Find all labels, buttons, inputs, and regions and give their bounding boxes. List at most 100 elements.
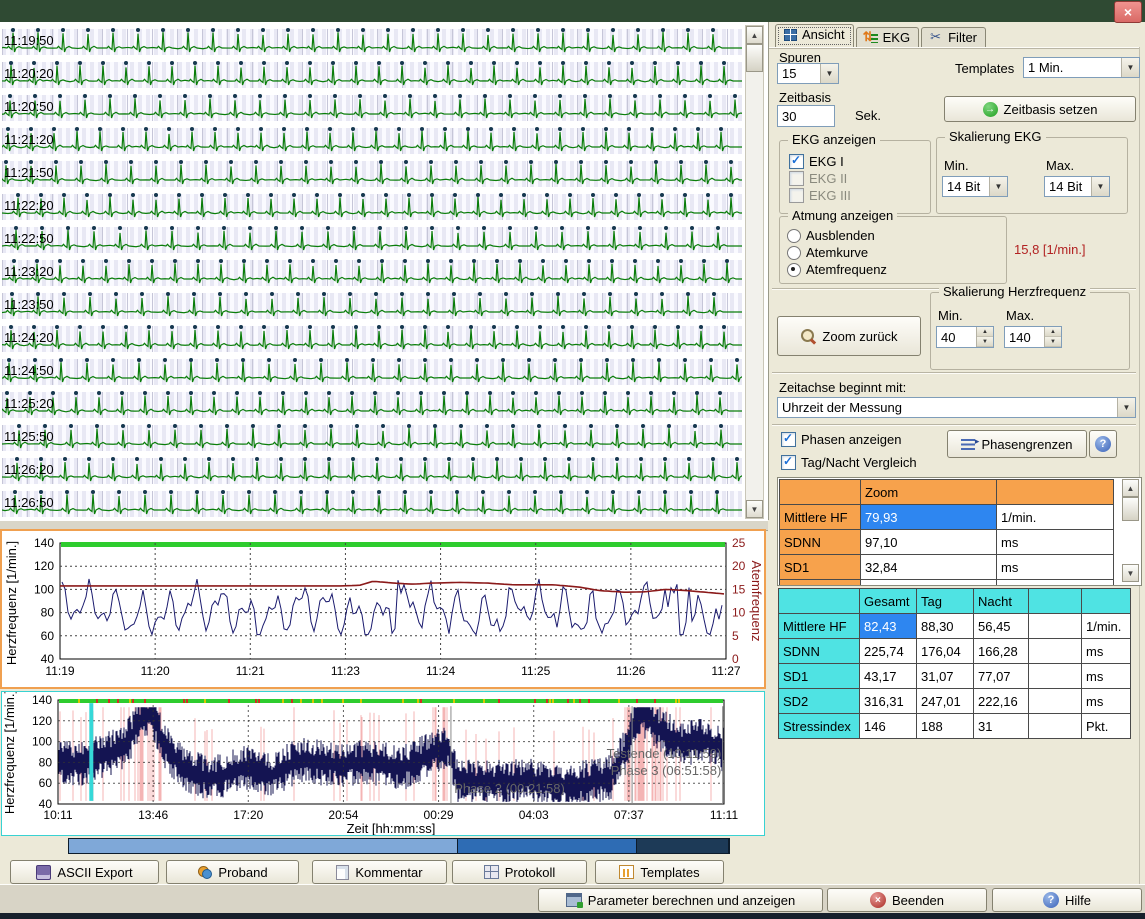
gesamt-cell[interactable]: 146 <box>860 714 917 739</box>
scroll-up-icon[interactable]: ▲ <box>1122 479 1139 497</box>
ecg-scrollbar[interactable]: ▲ ▼ <box>745 25 764 519</box>
ecg-strip-row[interactable]: 11:26:50 <box>2 487 742 520</box>
spuren-dropdown[interactable]: 15 ▼ <box>777 63 839 84</box>
spin-down-icon[interactable]: ▼ <box>977 337 993 347</box>
tag-nacht-checkbox[interactable]: Tag/Nacht Vergleich <box>781 455 917 470</box>
chevron-down-icon[interactable]: ▼ <box>1091 177 1109 196</box>
ecg-strip-row[interactable]: 11:20:50 <box>2 91 742 124</box>
proband-button[interactable]: Proband <box>166 860 299 884</box>
kommentar-button[interactable]: Kommentar <box>312 860 447 884</box>
templates-dropdown[interactable]: 1 Min. ▼ <box>1023 57 1140 78</box>
zoom-zurueck-button[interactable]: Zoom zurück <box>777 316 921 356</box>
row-label-cell[interactable]: SD1 <box>779 664 860 689</box>
phasen-anzeigen-checkbox[interactable]: Phasen anzeigen <box>781 432 901 447</box>
gesamt-cell[interactable]: 82,43 <box>860 614 917 639</box>
tag-cell[interactable]: 188 <box>917 714 974 739</box>
hr-zoom-chart[interactable]: 140120100806040252015105011:1911:2011:21… <box>0 529 766 689</box>
zeitachse-dropdown[interactable]: Uhrzeit der Messung ▼ <box>777 397 1136 418</box>
nacht-cell[interactable]: 56,45 <box>974 614 1029 639</box>
nacht-cell[interactable]: 166,28 <box>974 639 1029 664</box>
row-label-cell[interactable]: SDNN <box>780 530 861 555</box>
spin-up-icon[interactable]: ▲ <box>1045 327 1061 337</box>
tag-cell[interactable]: 88,30 <box>917 614 974 639</box>
gesamt-cell[interactable]: 316,31 <box>860 689 917 714</box>
ecg-strip-row[interactable]: 11:24:20 <box>2 322 742 355</box>
atmung-radio-ausblenden[interactable]: Ausblenden <box>787 228 875 243</box>
ecg-strip-row[interactable]: 11:23:20 <box>2 256 742 289</box>
row-label-cell[interactable]: Mittlere HF <box>779 614 860 639</box>
templates-button[interactable]: Templates <box>595 860 724 884</box>
tab-filter[interactable]: Filter <box>921 27 986 48</box>
chevron-down-icon[interactable]: ▼ <box>989 177 1007 196</box>
spin-down-icon[interactable]: ▼ <box>1045 337 1061 347</box>
phasengrenzen-button[interactable]: Phasengrenzen <box>947 430 1087 458</box>
atmung-radio-atemkurve[interactable]: Atemkurve <box>787 245 868 260</box>
help-button[interactable]: ? <box>1089 430 1117 458</box>
nacht-cell[interactable]: 222,16 <box>974 689 1029 714</box>
chevron-down-icon[interactable]: ▼ <box>1117 398 1135 417</box>
zeitbasis-setzen-button[interactable]: → Zeitbasis setzen <box>944 96 1136 122</box>
checkbox-checked-icon[interactable] <box>789 154 804 169</box>
row-label-cell[interactable]: Stressindex <box>779 714 860 739</box>
beenden-button[interactable]: ×Beenden <box>827 888 987 912</box>
ecg-strip-row[interactable]: 11:25:50 <box>2 421 742 454</box>
row-label-cell[interactable]: SD1 <box>780 555 861 580</box>
scroll-down-icon[interactable]: ▼ <box>1122 564 1139 582</box>
zeitbasis-input[interactable] <box>777 105 835 127</box>
parameter-berechnen-und-anzeigen-button[interactable]: Parameter berechnen und anzeigen <box>538 888 823 912</box>
gesamt-cell[interactable]: 225,74 <box>860 639 917 664</box>
protokoll-button[interactable]: Protokoll <box>452 860 587 884</box>
value-cell[interactable]: 97,10 <box>861 530 997 555</box>
radio-icon[interactable] <box>787 229 801 243</box>
row-label-cell[interactable]: SD2 <box>779 689 860 714</box>
tag-cell[interactable]: 176,04 <box>917 639 974 664</box>
ecg-strip-row[interactable]: 11:23:50 <box>2 289 742 322</box>
ecg-strip-row[interactable]: 11:24:50 <box>2 355 742 388</box>
radio-selected-icon[interactable] <box>787 263 801 277</box>
ekg-checkbox-1[interactable]: EKG I <box>789 154 844 169</box>
row-label-cell[interactable]: Mittlere HF <box>780 505 861 530</box>
nacht-cell[interactable]: 77,07 <box>974 664 1029 689</box>
ekg-max-dropdown[interactable]: 14 Bit ▼ <box>1044 176 1110 197</box>
ecg-strip-row[interactable]: 11:21:20 <box>2 124 742 157</box>
nacht-cell[interactable]: 31 <box>974 714 1029 739</box>
tab-ansicht[interactable]: Ansicht <box>775 24 854 48</box>
scroll-down-icon[interactable]: ▼ <box>746 500 763 518</box>
ascii-export-button[interactable]: ASCII Export <box>10 860 159 884</box>
tab-label: EKG <box>883 30 910 45</box>
value-cell[interactable]: 79,93 <box>861 505 997 530</box>
radio-icon[interactable] <box>787 246 801 260</box>
hr-overview-chart[interactable]: 14012010080604010:1113:4617:2020:5400:29… <box>1 691 765 836</box>
ecg-strip-row[interactable]: 11:22:50 <box>2 223 742 256</box>
ecg-strip-row[interactable]: 11:21:50 <box>2 157 742 190</box>
ecg-strip-row[interactable]: 11:19:50 <box>2 25 742 58</box>
spin-up-icon[interactable]: ▲ <box>977 327 993 337</box>
ekg-min-dropdown[interactable]: 14 Bit ▼ <box>942 176 1008 197</box>
row-label-cell[interactable]: SD2 <box>780 580 861 587</box>
close-button[interactable]: × <box>1114 1 1142 23</box>
table-scrollbar[interactable]: ▲ ▼ <box>1122 479 1139 582</box>
hilfe-button[interactable]: ?Hilfe <box>992 888 1142 912</box>
chevron-down-icon[interactable]: ▼ <box>1121 58 1139 77</box>
checkbox-checked-icon[interactable] <box>781 455 796 470</box>
table-scrollbar-thumb[interactable] <box>1122 497 1139 521</box>
gesamt-cell[interactable]: 43,17 <box>860 664 917 689</box>
atmung-radio-atemfrequenz[interactable]: Atemfrequenz <box>787 262 887 277</box>
ecg-strip-row[interactable]: 11:25:20 <box>2 388 742 421</box>
checkbox-checked-icon[interactable] <box>781 432 796 447</box>
ecg-strip-row[interactable]: 11:20:20 <box>2 58 742 91</box>
value-cell[interactable]: 32,84 <box>861 555 997 580</box>
ecg-strip-panel[interactable]: 11:19:5011:20:2011:20:5011:21:2011:21:50… <box>0 22 769 520</box>
chevron-down-icon[interactable]: ▼ <box>820 64 838 83</box>
tab-ekg[interactable]: EKG <box>856 27 919 48</box>
ecg-strip-row[interactable]: 11:26:20 <box>2 454 742 487</box>
tag-cell[interactable]: 247,01 <box>917 689 974 714</box>
ecg-strip-row[interactable]: 11:22:20 <box>2 190 742 223</box>
ecg-scrollbar-thumb[interactable] <box>746 44 763 72</box>
row-label-cell[interactable]: SDNN <box>779 639 860 664</box>
tag-cell[interactable]: 31,07 <box>917 664 974 689</box>
value-cell[interactable]: 132,34 <box>861 580 997 587</box>
hf-min-spinner[interactable]: 40 ▲▼ <box>936 326 994 348</box>
scroll-up-icon[interactable]: ▲ <box>746 26 763 44</box>
hf-max-spinner[interactable]: 140 ▲▼ <box>1004 326 1062 348</box>
